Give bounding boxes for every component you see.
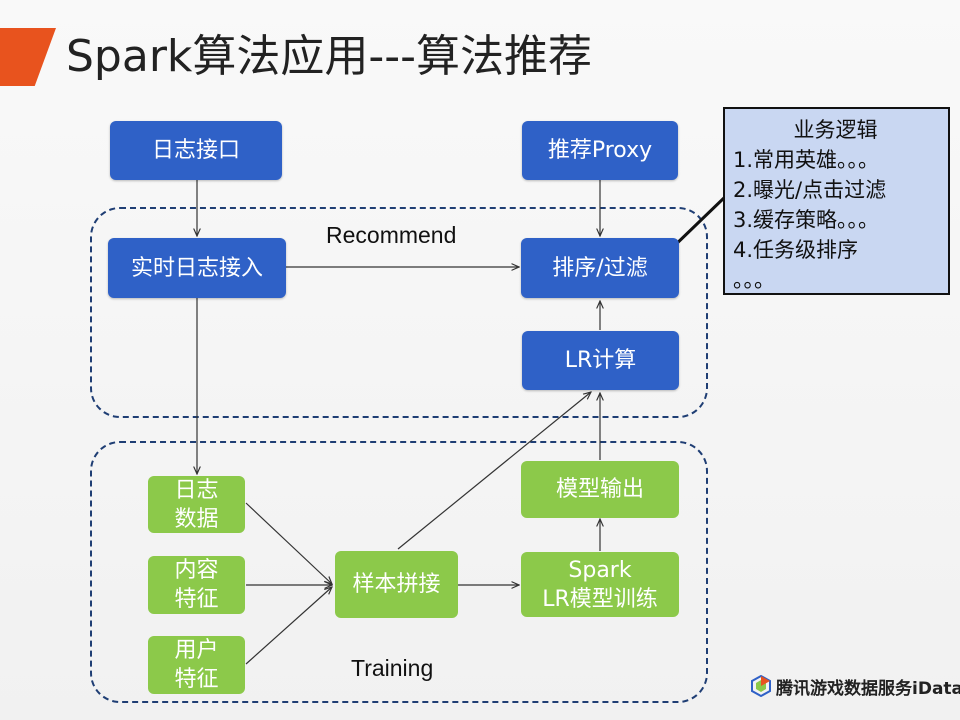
callout-item-5: 。。。 (733, 268, 775, 292)
recommend-proxy-label: 推荐Proxy (547, 138, 653, 163)
model-output-label: 模型输出 (555, 477, 644, 502)
log-data-node[interactable]: 日志 数据 (148, 476, 245, 533)
callout-item-3: 3.缓存策略。。。 (733, 208, 880, 232)
arrow-logdata-to-sample (245, 502, 332, 584)
sample-join-label: 样本拼接 (352, 572, 441, 597)
model-output-node[interactable]: 模型输出 (521, 461, 679, 518)
callout-title: 业务逻辑 (793, 118, 878, 142)
sample-join-node[interactable]: 样本拼接 (335, 551, 458, 618)
business-logic-callout: 业务逻辑 1.常用英雄。。。 2.曝光/点击过滤 3.缓存策略。。。 4.任务级… (723, 107, 950, 295)
log-data-label-1: 日志 (174, 477, 219, 503)
lr-compute-label: LR计算 (564, 348, 637, 373)
content-features-node[interactable]: 内容 特征 (148, 556, 245, 614)
idata-logo: 腾讯游戏数据服务iData (750, 673, 960, 699)
arrow-user-to-sample (245, 587, 332, 665)
spark-train-node[interactable]: Spark LR模型训练 (521, 552, 679, 617)
user-features-label-1: 用户 (174, 638, 219, 663)
callout-item-1: 1.常用英雄。。。 (733, 148, 880, 172)
realtime-ingest-node[interactable]: 实时日志接入 (108, 238, 286, 298)
callout-item-2: 2.曝光/点击过滤 (733, 178, 887, 202)
log-interface-node[interactable]: 日志接口 (110, 121, 282, 180)
lr-compute-node[interactable]: LR计算 (522, 331, 679, 390)
realtime-ingest-label: 实时日志接入 (130, 255, 263, 281)
recommend-proxy-node[interactable]: 推荐Proxy (522, 121, 678, 180)
user-features-label-2: 特征 (174, 667, 219, 692)
rank-filter-node[interactable]: 排序/过滤 (521, 238, 679, 298)
idata-logo-icon (751, 675, 771, 697)
content-features-label-1: 内容 (174, 558, 219, 583)
rank-filter-label: 排序/过滤 (552, 255, 648, 281)
log-interface-label: 日志接口 (151, 138, 240, 163)
log-data-label-2: 数据 (174, 506, 219, 532)
spark-train-label-2: LR模型训练 (542, 586, 658, 612)
callout-item-4: 4.任务级排序 (733, 238, 859, 262)
idata-logo-text: 腾讯游戏数据服务iData (776, 678, 960, 699)
content-features-label-2: 特征 (174, 587, 219, 612)
user-features-node[interactable]: 用户 特征 (148, 636, 245, 694)
spark-train-label-1: Spark (568, 557, 632, 583)
